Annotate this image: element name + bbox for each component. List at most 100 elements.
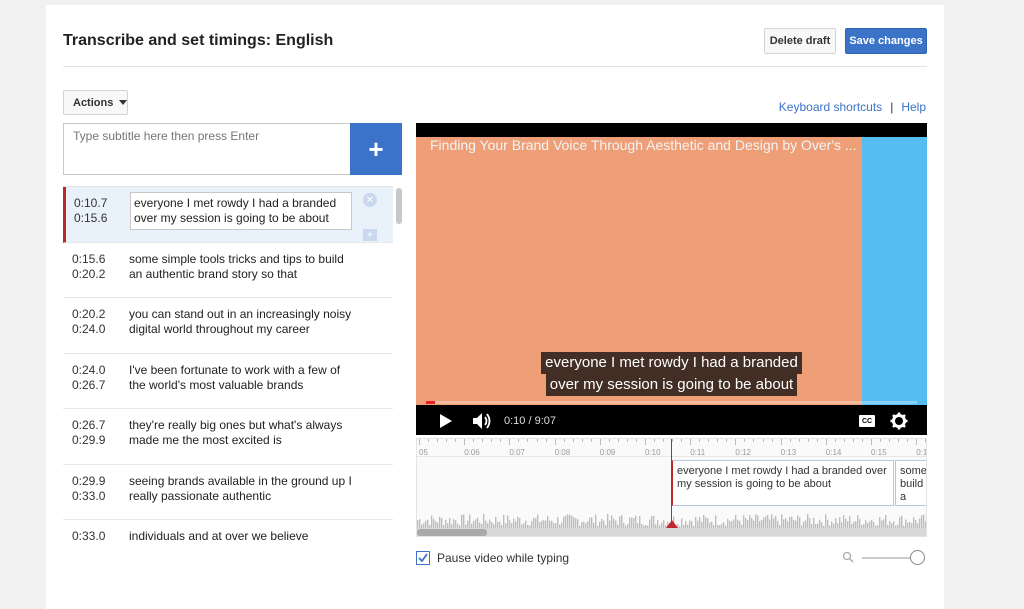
waveform-bar: [757, 515, 759, 529]
volume-icon[interactable]: [472, 412, 492, 430]
timeline-tick-label: 0:16: [916, 448, 927, 457]
timeline-tick-mark: [699, 439, 701, 442]
zoom-knob[interactable]: [910, 550, 925, 565]
timeline-tick-mark: [789, 439, 791, 442]
timeline-tick-mark: [708, 439, 710, 442]
pause-checkbox[interactable]: [416, 551, 430, 565]
waveform-bar: [565, 515, 567, 529]
actions-dropdown[interactable]: Actions: [63, 90, 128, 115]
timeline-tick-mark: [500, 439, 502, 442]
subtitle-row[interactable]: 0:20.2 0:24.0 you can stand out in an in…: [63, 298, 393, 354]
timeline-tick-mark: [527, 439, 529, 442]
subtitle-input[interactable]: [63, 123, 351, 175]
keyboard-shortcuts-link[interactable]: Keyboard shortcuts: [779, 100, 882, 114]
waveform-bar: [921, 515, 923, 529]
subtitle-text[interactable]: seeing brands available in the ground up…: [129, 474, 359, 504]
timeline-tick-mark: [518, 439, 520, 442]
subtitle-text[interactable]: some simple tools tricks and tips to bui…: [129, 252, 359, 282]
timeline-tick-mark: [645, 439, 646, 445]
timeline-tick-mark: [753, 439, 755, 442]
timeline-tick-label: 0:06: [464, 448, 480, 457]
scrollbar-thumb[interactable]: [396, 188, 402, 224]
progress-bar[interactable]: [426, 401, 917, 404]
timeline-segment-active[interactable]: everyone I met rowdy I had a branded ove…: [672, 460, 894, 506]
timeline-tick-mark: [907, 439, 909, 442]
play-icon[interactable]: [438, 413, 454, 429]
timeline-ruler[interactable]: 05 0:06 0:07 0:08 0:09 0:10 0:11 0:12 0:13 0:14 0:…: [417, 439, 927, 457]
list-scrollbar[interactable]: [396, 186, 402, 542]
subtitle-times[interactable]: 0:26.7 0:29.9: [72, 418, 105, 448]
timeline-tick-mark: [482, 439, 484, 442]
help-link[interactable]: Help: [901, 100, 926, 114]
subtitle-times[interactable]: 0:20.2 0:24.0: [72, 307, 105, 337]
player-controls: 0:10 / 9:07 CC: [416, 407, 927, 435]
timeline-tick-mark: [925, 439, 926, 442]
add-subtitle-button[interactable]: +: [350, 123, 402, 175]
timeline-tick-mark: [626, 439, 628, 442]
timeline-segment-next[interactable]: some build a: [895, 460, 926, 506]
plus-icon: +: [368, 133, 384, 164]
timeline-tick-mark: [545, 439, 547, 442]
closed-captions-icon[interactable]: CC: [859, 415, 875, 427]
timeline-tick-mark: [861, 439, 863, 442]
editor-body: Actions Keyboard shortcuts | Help + 0:10…: [46, 5, 944, 609]
timeline-scrollbar-thumb[interactable]: [417, 529, 487, 536]
gear-icon[interactable]: [890, 412, 908, 430]
subtitle-row[interactable]: 0:26.7 0:29.9 they're really big ones bu…: [63, 409, 393, 465]
subtitle-list: 0:10.7 0:15.6 everyone I met rowdy I had…: [63, 186, 393, 542]
subtitle-row[interactable]: 0:15.6 0:20.2 some simple tools tricks a…: [63, 243, 393, 298]
subtitle-row[interactable]: 0:10.7 0:15.6 everyone I met rowdy I had…: [63, 187, 393, 243]
subtitle-times[interactable]: 0:24.0 0:26.7: [72, 363, 105, 393]
playhead-marker-icon[interactable]: [666, 520, 678, 528]
video-player[interactable]: Finding Your Brand Voice Through Aesthet…: [416, 123, 927, 435]
subtitle-times[interactable]: 0:15.6 0:20.2: [72, 252, 105, 282]
waveform-bar: [715, 515, 717, 529]
waveform-bar: [567, 514, 569, 529]
subtitle-row[interactable]: 0:29.9 0:33.0 seeing brands available in…: [63, 465, 393, 520]
timeline-tick-label: 0:08: [554, 448, 571, 457]
caption-line-1: everyone I met rowdy I had a branded: [541, 352, 802, 374]
delete-row-icon[interactable]: ✕: [363, 193, 377, 207]
waveform-bar: [755, 514, 757, 529]
waveform-bar: [595, 514, 597, 529]
subtitle-times[interactable]: 0:10.7 0:15.6: [74, 196, 107, 226]
waveform-bar: [767, 515, 769, 529]
subtitle-text[interactable]: I've been fortunate to work with a few o…: [129, 363, 359, 393]
timeline-tick-mark: [771, 439, 773, 442]
waveform-bar: [483, 514, 485, 529]
timecode: 0:10 / 9:07: [504, 415, 556, 427]
waveform-bar: [507, 515, 509, 529]
timeline-tick-mark: [880, 439, 882, 442]
timeline-tick-label: 0:14: [825, 448, 842, 457]
pause-while-typing-option[interactable]: Pause video while typing: [416, 551, 569, 565]
caption-line-2: over my session is going to be about: [545, 374, 798, 396]
subtitle-text[interactable]: they're really big ones but what's alway…: [129, 418, 359, 448]
subtitle-text[interactable]: you can stand out in an increasingly noi…: [129, 307, 359, 337]
timeline-tick-mark: [608, 439, 610, 442]
help-links: Keyboard shortcuts | Help: [779, 100, 926, 114]
timeline-tick-mark: [464, 439, 466, 445]
zoom-slider[interactable]: [842, 550, 928, 566]
video-title[interactable]: Finding Your Brand Voice Through Aesthet…: [430, 137, 915, 153]
subtitle-row[interactable]: 0:24.0 0:26.7 I've been fortunate to wor…: [63, 354, 393, 409]
waveform-bar: [607, 514, 609, 529]
subtitle-times[interactable]: 0:29.9 0:33.0: [72, 474, 105, 504]
timeline-tick-mark: [681, 439, 683, 442]
waveform-bar: [771, 514, 773, 529]
timeline-tick-mark: [889, 439, 891, 442]
waveform-bar: [743, 515, 745, 529]
timeline-tick-label: 05: [419, 448, 428, 457]
timeline-scrollbar[interactable]: [417, 528, 926, 536]
timeline-tick-mark: [654, 439, 656, 442]
start-time: 0:10.7: [74, 196, 108, 210]
subtitle-text-editor[interactable]: everyone I met rowdy I had a branded ove…: [130, 192, 352, 230]
subtitle-text[interactable]: individuals and at over we believe: [129, 529, 359, 542]
timeline[interactable]: 05 0:06 0:07 0:08 0:09 0:10 0:11 0:12 0:13 0:14 0:…: [416, 438, 927, 537]
subtitle-times[interactable]: 0:33.0: [72, 529, 105, 542]
timeline-tick-mark: [554, 439, 556, 445]
end-time: 0:24.0: [72, 322, 106, 336]
subtitle-row[interactable]: 0:33.0 individuals and at over we believ…: [63, 520, 393, 542]
insert-row-icon[interactable]: +: [363, 229, 377, 241]
start-time: 0:15.6: [72, 251, 106, 266]
start-time: 0:33.0: [72, 529, 106, 542]
